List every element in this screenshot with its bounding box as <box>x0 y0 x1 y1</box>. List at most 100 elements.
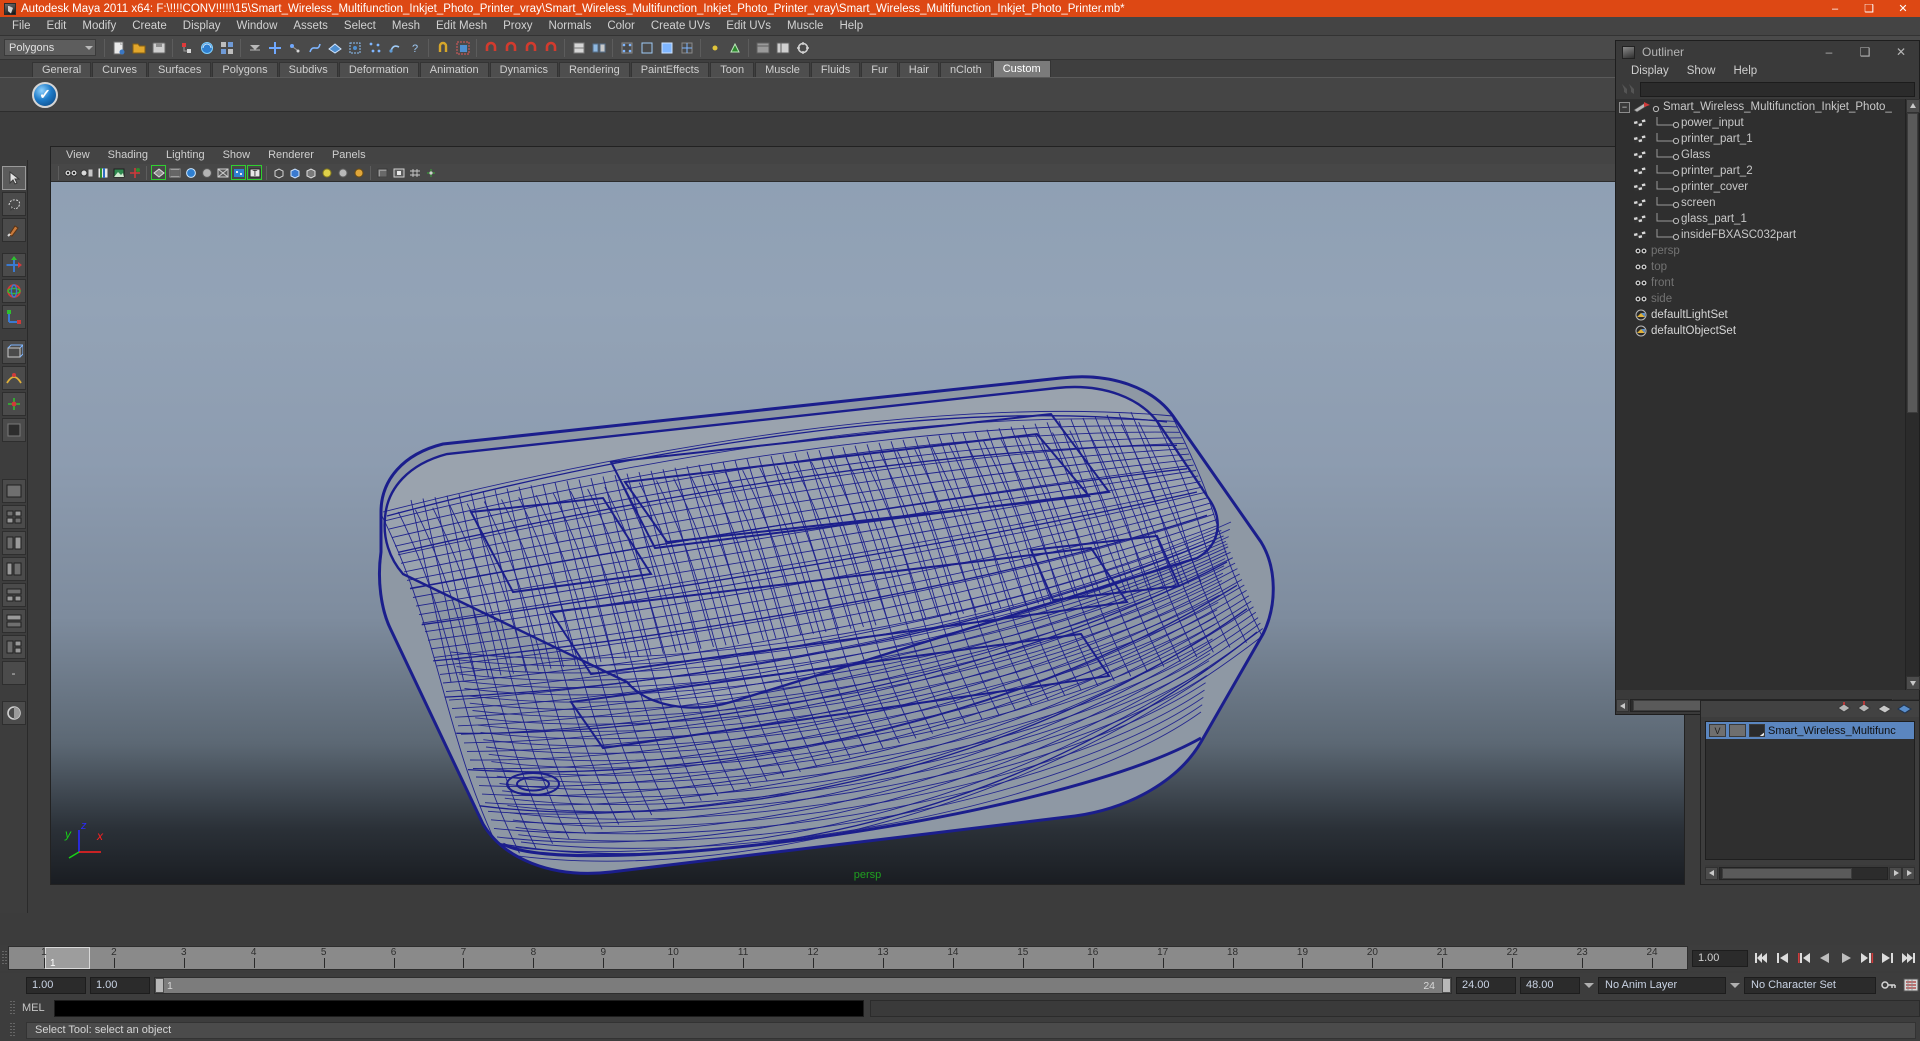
component-mask-icon[interactable] <box>245 38 264 57</box>
scroll-track[interactable] <box>1906 113 1919 676</box>
layer-color-swatch[interactable] <box>1749 724 1765 737</box>
outliner-row[interactable]: front <box>1616 275 1919 291</box>
outliner-search-input[interactable] <box>1640 82 1915 97</box>
multi-layout[interactable] <box>1 635 26 659</box>
lighting-all-icon[interactable] <box>351 165 366 180</box>
viewport-menu-lighting[interactable]: Lighting <box>157 147 214 164</box>
expand-collapse-icon[interactable]: − <box>1619 101 1630 113</box>
layer-playback-toggle[interactable] <box>1729 724 1746 737</box>
paint-select-tool[interactable] <box>1 218 26 242</box>
outliner-row[interactable]: side <box>1616 291 1919 307</box>
uv-mask-icon[interactable] <box>677 38 696 57</box>
select-by-component-type-icon[interactable] <box>217 38 236 57</box>
menu-item-mesh[interactable]: Mesh <box>384 17 428 36</box>
menu-item-edit[interactable]: Edit <box>39 17 75 36</box>
persp-outliner-layout[interactable] <box>1 557 26 581</box>
perspective-viewport[interactable]: z y x persp <box>51 182 1684 884</box>
outliner-row[interactable]: printer_part_1 <box>1616 131 1919 147</box>
shade-options-icon[interactable] <box>215 165 230 180</box>
status-bar-grip[interactable] <box>8 1019 16 1041</box>
playback-end-time-field[interactable]: 24.00 <box>1456 976 1516 994</box>
shelf-tab-rendering[interactable]: Rendering <box>558 62 630 77</box>
texture-display-icon[interactable] <box>231 165 246 180</box>
time-slider-grip[interactable] <box>0 947 8 969</box>
go-to-end-button[interactable] <box>1899 949 1918 968</box>
range-slider-bar[interactable]: 1 24 <box>154 976 1452 994</box>
range-end-handle[interactable] <box>1442 977 1451 993</box>
command-language-label[interactable]: MEL <box>22 1002 48 1014</box>
current-time-indicator[interactable]: 1 <box>45 947 90 969</box>
current-time-field[interactable]: 1.00 <box>1692 949 1748 967</box>
scroll-left-arrow-icon[interactable] <box>1616 699 1629 712</box>
playback-start-time-field[interactable]: 1.00 <box>90 976 150 994</box>
step-forward-frame-button[interactable] <box>1857 949 1876 968</box>
viewport-menu-shading[interactable]: Shading <box>99 147 157 164</box>
outliner-vertical-scrollbar[interactable] <box>1905 99 1920 690</box>
viewport-menu-view[interactable]: View <box>57 147 99 164</box>
xray-joints-icon[interactable] <box>303 165 318 180</box>
outliner-row[interactable]: defaultLightSet <box>1616 307 1919 323</box>
layer-scroll-end-icon[interactable] <box>1902 866 1915 880</box>
vertex-mask-icon[interactable] <box>617 38 636 57</box>
construction-history-icon[interactable] <box>385 38 404 57</box>
smooth-shade-selected-icon[interactable] <box>183 165 198 180</box>
make-live-icon[interactable] <box>365 38 384 57</box>
outliner-row[interactable]: persp <box>1616 243 1919 259</box>
menu-item-select[interactable]: Select <box>336 17 384 36</box>
play-forwards-button[interactable] <box>1836 949 1855 968</box>
outliner-row[interactable]: − Smart_Wireless_Multifunction_Inkjet_Pho… <box>1616 99 1919 115</box>
lock-selection-icon[interactable] <box>705 38 724 57</box>
viewport-menu-show[interactable]: Show <box>214 147 260 164</box>
menu-set-selector[interactable]: Polygons <box>4 39 96 56</box>
outliner-menu-display[interactable]: Display <box>1622 63 1678 80</box>
shelf-tab-animation[interactable]: Animation <box>419 62 489 77</box>
shelf-tab-curves[interactable]: Curves <box>92 62 147 77</box>
paint-effects-globals[interactable] <box>1 701 26 725</box>
snap-to-plane-icon[interactable] <box>325 38 344 57</box>
layer-options-icon[interactable] <box>1896 701 1913 717</box>
four-pane-layout[interactable] <box>1 505 26 529</box>
highlight-selection-icon[interactable] <box>725 38 744 57</box>
close-button[interactable]: ✕ <box>1886 0 1920 17</box>
universal-manipulator-tool[interactable] <box>1 340 26 364</box>
single-pane-layout[interactable] <box>1 479 26 503</box>
layer-hscroll-thumb[interactable] <box>1722 867 1852 879</box>
show-manipulator-tool[interactable] <box>1 392 26 416</box>
layer-scroll-left-icon[interactable] <box>1705 866 1718 880</box>
scroll-down-arrow-icon[interactable] <box>1906 676 1920 690</box>
move-tool[interactable] <box>1 253 26 277</box>
layer-hscroll-track[interactable] <box>1719 866 1888 880</box>
lighting-none-icon[interactable] <box>319 165 334 180</box>
character-set-selector[interactable]: No Character Set <box>1744 976 1876 994</box>
layer-list[interactable]: V Smart_Wireless_Multifunc <box>1705 721 1915 860</box>
layer-visibility-toggle[interactable]: V <box>1709 724 1726 737</box>
shelf-tab-deformation[interactable]: Deformation <box>338 62 419 77</box>
scale-tool[interactable] <box>1 305 26 329</box>
text-display-icon[interactable]: T <box>247 165 262 180</box>
new-scene-icon[interactable] <box>109 38 128 57</box>
face-mask-icon[interactable] <box>657 38 676 57</box>
isolate-select-icon[interactable] <box>391 165 406 180</box>
flat-shade-icon[interactable] <box>199 165 214 180</box>
scroll-up-arrow-icon[interactable] <box>1906 99 1920 113</box>
minimize-button[interactable]: – <box>1818 0 1852 17</box>
character-set-chevron-icon[interactable] <box>1730 982 1740 988</box>
show-manip-viewport-icon[interactable] <box>423 165 438 180</box>
menu-item-modify[interactable]: Modify <box>74 17 124 36</box>
shelf-tab-polygons[interactable]: Polygons <box>212 62 278 77</box>
magnet-vertical-icon[interactable] <box>433 38 452 57</box>
shelf-tab-fluids[interactable]: Fluids <box>810 62 861 77</box>
menu-item-create-uvs[interactable]: Create UVs <box>643 17 718 36</box>
save-scene-icon[interactable] <box>149 38 168 57</box>
outliner-tree[interactable]: − Smart_Wireless_Multifunction_Inkjet_Pho… <box>1616 99 1919 690</box>
snap-to-point-icon[interactable] <box>305 38 324 57</box>
magnet-icon-2[interactable] <box>501 38 520 57</box>
soft-modification-tool[interactable] <box>1 366 26 390</box>
time-slider[interactable]: 1 1 2 3 4 5 6 7 8 9 10 11 12 13 14 15 16 17 18 19 20 21 22 23 2… <box>8 946 1688 970</box>
shelf-tab-painteffects[interactable]: PaintEffects <box>630 62 710 77</box>
rotate-tool[interactable] <box>1 279 26 303</box>
two-pane-side-layout[interactable] <box>1 531 26 555</box>
layer-scroll-right-icon[interactable] <box>1889 866 1902 880</box>
step-back-frame-button[interactable] <box>1794 949 1813 968</box>
lasso-select-tool[interactable] <box>1 192 26 216</box>
